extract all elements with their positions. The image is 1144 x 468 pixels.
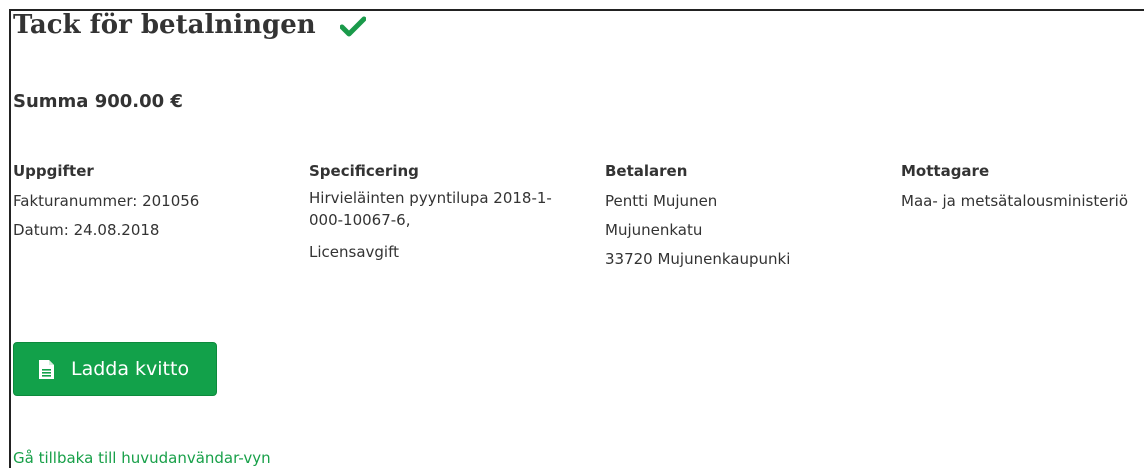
page-title-text: Tack för betalningen xyxy=(13,10,316,40)
payer-postal: 33720 Mujunenkaupunki xyxy=(605,250,791,268)
invoice-date: Datum: 24.08.2018 xyxy=(13,221,160,239)
download-receipt-button[interactable]: Ladda kvitto xyxy=(13,342,217,396)
recipient-name: Maa- ja metsätalousministeriö xyxy=(901,192,1128,210)
payer-heading: Betalaren xyxy=(605,162,688,180)
payer-name: Pentti Mujunen xyxy=(605,192,718,210)
specification-column: Specificering Hirvieläinten pyyntilupa 2… xyxy=(309,160,579,267)
payer-street: Mujunenkatu xyxy=(605,221,703,239)
invoice-number: Fakturanummer: 201056 xyxy=(13,192,200,210)
recipient-heading: Mottagare xyxy=(901,162,990,180)
document-icon xyxy=(39,359,54,379)
page-title: Tack för betalningen xyxy=(13,10,367,40)
download-receipt-label: Ladda kvitto xyxy=(71,358,190,380)
recipient-column: Mottagare Maa- ja metsätalousministeriö xyxy=(901,160,1128,216)
specification-heading: Specificering xyxy=(309,162,419,180)
page: Tack för betalningen Summa 900.00 € Uppg… xyxy=(0,0,1144,468)
specification-line-2: Licensavgift xyxy=(309,243,399,261)
payment-sum: Summa 900.00 € xyxy=(13,91,183,112)
check-icon xyxy=(339,14,367,37)
payer-column: Betalaren Pentti Mujunen Mujunenkatu 337… xyxy=(605,160,790,274)
info-heading: Uppgifter xyxy=(13,162,94,180)
back-to-main-view-link[interactable]: Gå tillbaka till huvudanvändar-vyn xyxy=(13,449,271,467)
specification-line-1: Hirvieläinten pyyntilupa 2018-1-000-1006… xyxy=(309,189,552,229)
details-info-column: Uppgifter Fakturanummer: 201056 Datum: 2… xyxy=(13,160,199,245)
